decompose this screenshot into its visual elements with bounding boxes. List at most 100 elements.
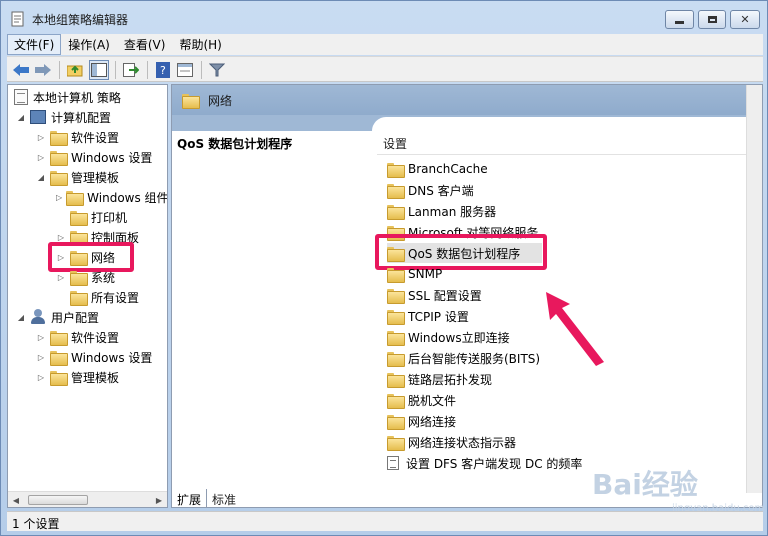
back-button[interactable] xyxy=(11,60,31,80)
show-hide-tree-button[interactable] xyxy=(89,60,109,80)
scroll-right-icon[interactable]: ▶ xyxy=(151,492,167,508)
filter-button[interactable] xyxy=(207,60,227,80)
tree-label: 软件设置 xyxy=(71,130,120,145)
tab-extended[interactable]: 扩展 xyxy=(171,489,207,508)
folder-icon xyxy=(66,190,85,206)
list-item-label: 链路层拓扑发现 xyxy=(408,372,493,387)
collapsed-icon: ▷ xyxy=(37,332,45,342)
folder-icon xyxy=(50,370,68,386)
tree-computer-config[interactable]: ◢ 计算机配置 xyxy=(16,108,111,126)
list-item-label: SNMP xyxy=(408,267,443,281)
tree-cc-windows[interactable]: ▷ Windows 设置 xyxy=(36,148,152,166)
tree-label: 所有设置 xyxy=(91,290,140,305)
console-tree: 本地计算机 策略 ◢ 计算机配置 ▷ 软件设置 ▷ Windows 设置 ◢ 管… xyxy=(7,84,168,508)
folder-up-icon xyxy=(67,65,83,77)
list-item[interactable]: DNS 客户端 xyxy=(387,180,474,200)
expanded-icon: ◢ xyxy=(17,312,25,322)
folder-icon xyxy=(387,414,405,430)
maximize-button[interactable] xyxy=(698,10,726,29)
policy-editor-icon xyxy=(11,11,24,27)
folder-icon xyxy=(387,309,405,325)
list-item[interactable]: 设置 DFS 客户端发现 DC 的频率 xyxy=(387,453,582,473)
tab-standard[interactable]: 标准 xyxy=(207,489,247,508)
tree-cc-admin-windows[interactable]: ▷ Windows 组件 xyxy=(56,188,167,206)
tree-root[interactable]: 本地计算机 策略 xyxy=(14,88,121,106)
title-bar: 本地组策略编辑器 ✕ xyxy=(1,1,767,34)
user-icon xyxy=(30,309,46,325)
folder-icon xyxy=(50,130,68,146)
folder-icon xyxy=(50,150,68,166)
tree-cc-admin-printers[interactable]: 打印机 xyxy=(70,208,127,226)
svg-text:?: ? xyxy=(160,64,166,77)
export-list-button[interactable] xyxy=(121,60,141,80)
menu-file[interactable]: 文件(F) xyxy=(7,34,62,55)
folder-icon xyxy=(387,267,405,283)
tree-uc-software[interactable]: ▷ 软件设置 xyxy=(36,328,119,346)
tree-label: 计算机配置 xyxy=(51,110,112,125)
collapsed-icon: ▷ xyxy=(37,352,45,362)
tree-label: 管理模板 xyxy=(71,370,120,385)
list-item-label: 脱机文件 xyxy=(408,393,457,408)
minimize-button[interactable] xyxy=(665,10,694,29)
folder-icon xyxy=(387,351,405,367)
folder-icon xyxy=(387,330,405,346)
help-button[interactable]: ? xyxy=(153,60,173,80)
tree-label: 系统 xyxy=(91,270,116,285)
folder-icon xyxy=(387,372,405,388)
menu-help[interactable]: 帮助(H) xyxy=(172,34,228,55)
menu-view[interactable]: 查看(V) xyxy=(117,34,173,55)
folder-icon xyxy=(70,210,88,226)
policy-doc-icon xyxy=(14,89,28,105)
list-item[interactable]: Lanman 服务器 xyxy=(387,201,496,221)
list-item[interactable]: 脱机文件 xyxy=(387,390,456,410)
collapsed-icon: ▷ xyxy=(37,152,45,162)
tree-cc-admin-system[interactable]: ▷ 系统 xyxy=(56,268,115,286)
selected-item-title: QoS 数据包计划程序 xyxy=(177,137,293,151)
back-arrow-icon xyxy=(13,64,29,76)
close-button[interactable]: ✕ xyxy=(730,10,760,29)
list-item-label: Windows立即连接 xyxy=(408,330,510,345)
tree-user-config[interactable]: ◢ 用户配置 xyxy=(16,308,99,326)
list-item[interactable]: 链路层拓扑发现 xyxy=(387,369,492,389)
details-vertical-scrollbar[interactable] xyxy=(746,85,762,493)
list-item-label: Lanman 服务器 xyxy=(408,204,497,219)
list-item[interactable]: 后台智能传送服务(BITS) xyxy=(387,348,540,368)
tree-uc-admin[interactable]: ▷ 管理模板 xyxy=(36,368,119,386)
tree-cc-admin[interactable]: ◢ 管理模板 xyxy=(36,168,119,186)
list-item[interactable]: 网络连接状态指示器 xyxy=(387,432,516,452)
list-item[interactable]: Windows立即连接 xyxy=(387,327,510,347)
list-item-label: TCPIP 设置 xyxy=(408,309,469,324)
forward-arrow-icon xyxy=(35,64,51,76)
list-item[interactable]: BranchCache xyxy=(387,159,488,179)
list-item[interactable]: SNMP xyxy=(387,264,442,284)
all-settings-icon xyxy=(70,290,88,306)
toolbar-separator xyxy=(147,61,148,79)
list-item-label: 后台智能传送服务(BITS) xyxy=(408,351,541,366)
scroll-left-icon[interactable]: ◀ xyxy=(8,492,24,508)
up-one-level-button[interactable] xyxy=(65,60,85,80)
tree-horizontal-scrollbar[interactable]: ◀ ▶ xyxy=(8,491,167,507)
list-item[interactable]: TCPIP 设置 xyxy=(387,306,469,326)
window-title: 本地组策略编辑器 xyxy=(32,13,129,27)
pink-pointer-arrow-icon xyxy=(546,292,604,366)
tree-cc-software[interactable]: ▷ 软件设置 xyxy=(36,128,119,146)
collapsed-icon: ▷ xyxy=(37,132,45,142)
scroll-thumb[interactable] xyxy=(28,495,88,505)
properties-button[interactable] xyxy=(175,60,195,80)
list-item[interactable]: SSL 配置设置 xyxy=(387,285,482,305)
tree-uc-windows[interactable]: ▷ Windows 设置 xyxy=(36,348,152,366)
toolbar-separator xyxy=(201,61,202,79)
export-icon xyxy=(123,63,139,77)
list-item[interactable]: 网络连接 xyxy=(387,411,456,431)
forward-button[interactable] xyxy=(33,60,53,80)
tree-cc-admin-all[interactable]: 所有设置 xyxy=(70,288,139,306)
column-header-setting[interactable]: 设置 xyxy=(383,135,407,152)
menu-action[interactable]: 操作(A) xyxy=(61,34,117,55)
folder-icon xyxy=(50,330,68,346)
details-header-title: 网络 xyxy=(208,93,233,108)
list-item-label: BranchCache xyxy=(408,162,488,176)
list-item-label: DNS 客户端 xyxy=(408,183,474,198)
computer-icon xyxy=(30,110,46,124)
folder-icon xyxy=(70,270,88,286)
properties-icon xyxy=(177,63,193,77)
